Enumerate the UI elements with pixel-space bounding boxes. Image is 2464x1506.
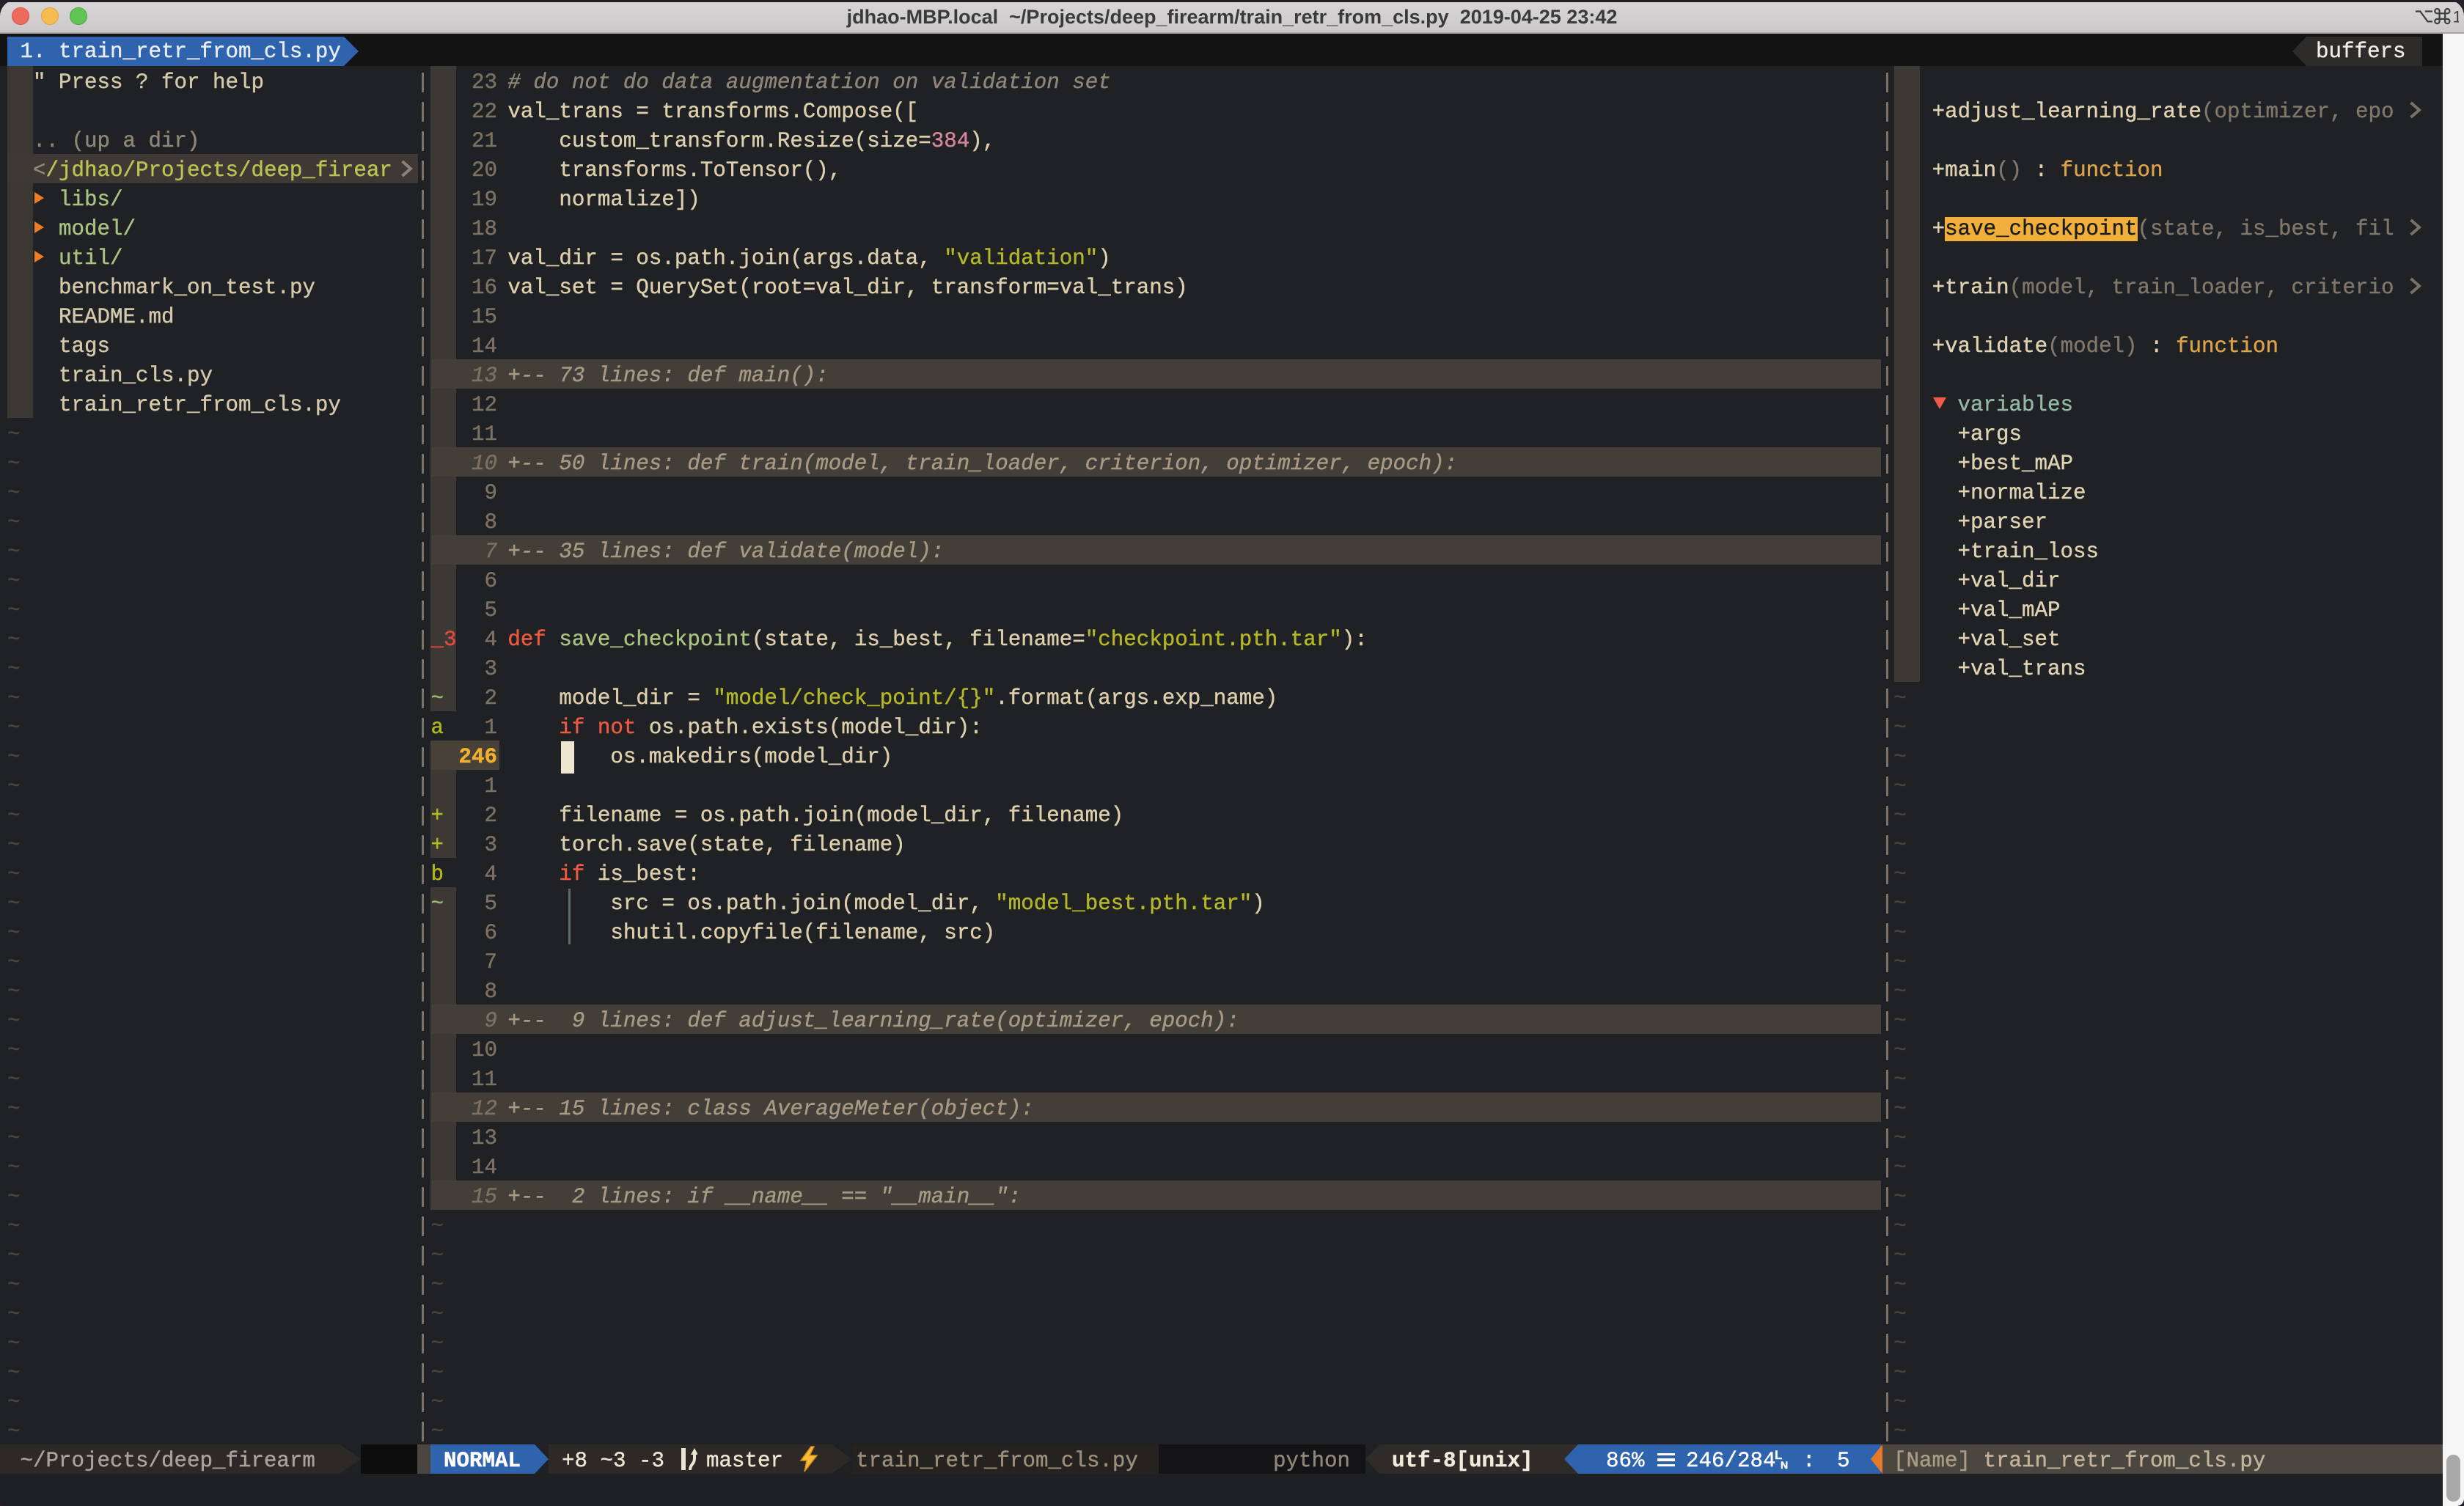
- svg-text:1: 1: [2453, 7, 2459, 26]
